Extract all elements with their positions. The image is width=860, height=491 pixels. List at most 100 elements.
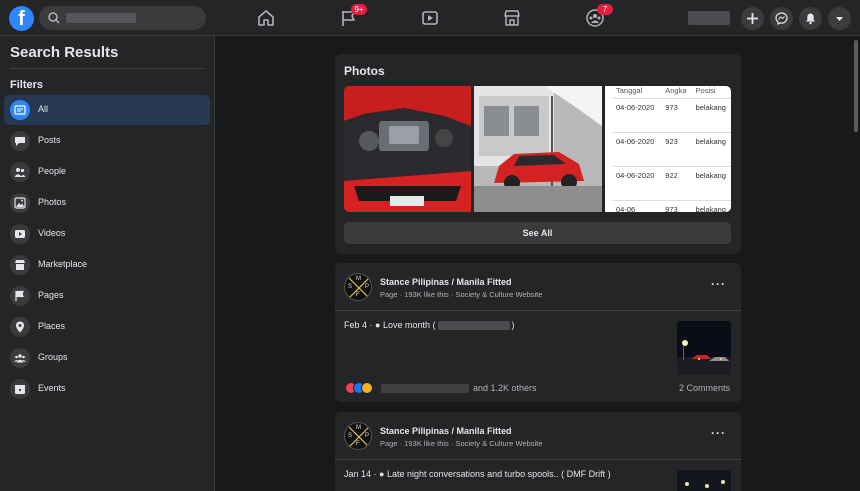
table-cell: 04-06-2020 (613, 132, 663, 167)
post-thumbnail-photo[interactable] (677, 321, 731, 375)
engine-bay-photo[interactable] (344, 86, 471, 212)
avatar-letter: P (365, 284, 370, 290)
flag-icon[interactable]: 9+ (339, 4, 367, 28)
groups-icon[interactable]: 7 (585, 4, 613, 28)
avatar[interactable]: M S P F (344, 273, 372, 301)
photos-results-card: Photos Tanggal Angka Posisi 04-06-2020 9… (335, 54, 741, 254)
account-menu-button[interactable] (828, 7, 851, 30)
sidebar-item-posts[interactable]: Posts (4, 126, 210, 156)
see-all-photos-button[interactable]: See All (344, 222, 731, 244)
table-cell: 973 (662, 200, 693, 212)
post-card: M S P F Stance Pilipinas / Manila Fitted… (335, 263, 741, 402)
post-thumbnail-photo[interactable] (677, 470, 731, 491)
post-text: Jan 14 · ● Late night conversations and … (344, 469, 611, 479)
photo-data-table: Tanggal Angka Posisi 04-06-2020 973 bela… (613, 86, 731, 212)
messenger-button[interactable] (770, 7, 793, 30)
globe-icon: ● (375, 320, 381, 330)
pages-icon (10, 286, 30, 306)
table-row: 04-06-2020 973 belakang (613, 98, 731, 133)
table-cell: belakang (692, 132, 731, 167)
post-body-end: ) (511, 320, 515, 330)
sidebar-item-groups[interactable]: Groups (4, 343, 210, 373)
page-scrollbar[interactable] (852, 36, 860, 491)
table-cell: 973 (662, 98, 693, 133)
scrollbar-thumb[interactable] (854, 40, 858, 132)
post-date[interactable]: Feb 4 · (344, 320, 373, 330)
page-name-link[interactable]: Stance Pilipinas / Manila Fitted (380, 277, 512, 287)
all-icon (10, 100, 30, 120)
filters-heading: Filters (10, 79, 44, 91)
notifications-button[interactable] (799, 7, 822, 30)
avatar-letter: M (356, 425, 361, 431)
groups-notification-badge: 7 (597, 4, 613, 15)
marketplace-icon (10, 255, 30, 275)
posts-icon (10, 131, 30, 151)
sidebar-item-label: Marketplace (38, 259, 88, 269)
avatar-letter: M (356, 276, 361, 282)
sidebar-item-people[interactable]: People (4, 157, 210, 187)
more-options-icon[interactable]: ··· (711, 427, 726, 439)
create-button[interactable] (741, 7, 764, 30)
sidebar-item-label: Events (38, 383, 66, 393)
post-body: Late night conversations and turbo spool… (387, 469, 611, 479)
facebook-logo-icon[interactable]: f (9, 6, 34, 31)
search-sidebar: Search Results Filters All Posts People … (0, 36, 215, 491)
table-cell: 922 (662, 166, 693, 201)
plus-icon (747, 13, 758, 24)
watch-icon[interactable] (420, 8, 440, 28)
sidebar-item-label: Posts (38, 135, 61, 145)
sidebar-item-label: All (38, 104, 49, 114)
people-icon (10, 162, 30, 182)
table-cell: belakang (692, 200, 731, 212)
data-table-photo[interactable]: Tanggal Angka Posisi 04-06-2020 973 bela… (605, 86, 731, 212)
sidebar-item-places[interactable]: Places (4, 312, 210, 342)
sidebar-item-photos[interactable]: Photos (4, 188, 210, 218)
table-header: Angka (662, 86, 693, 99)
avatar-letter: F (356, 292, 360, 298)
home-icon[interactable] (256, 8, 276, 28)
globe-icon: ● (379, 469, 385, 479)
sidebar-item-label: Pages (38, 290, 64, 300)
table-cell: 04-06-2020 (613, 98, 663, 133)
divider (335, 310, 741, 311)
sidebar-item-all[interactable]: All (4, 95, 210, 125)
sidebar-item-label: Photos (38, 197, 67, 207)
sidebar-item-label: Groups (38, 352, 68, 362)
avatar-letter: F (356, 441, 360, 447)
reactions[interactable] (345, 382, 377, 394)
bell-icon (806, 13, 815, 25)
search-query-redacted (66, 13, 136, 23)
search-input[interactable] (39, 6, 206, 30)
post-card: M S P F Stance Pilipinas / Manila Fitted… (335, 412, 741, 491)
sidebar-item-events[interactable]: Events (4, 374, 210, 404)
photos-card-title: Photos (344, 64, 385, 78)
sidebar-item-marketplace[interactable]: Marketplace (4, 250, 210, 280)
page-name-link[interactable]: Stance Pilipinas / Manila Fitted (380, 426, 512, 436)
sidebar-title: Search Results (10, 44, 119, 61)
table-cell: 923 (662, 132, 693, 167)
sidebar-item-label: Videos (38, 228, 66, 238)
more-options-icon[interactable]: ··· (711, 278, 726, 290)
profile-name-redacted[interactable] (688, 11, 730, 25)
events-icon (10, 379, 30, 399)
videos-icon (10, 224, 30, 244)
table-row: 04-06-2020 923 belakang (613, 132, 731, 167)
table-cell: belakang (692, 98, 731, 133)
care-reaction-icon (361, 382, 373, 394)
page-meta: Page · 193K like this · Society & Cultur… (380, 439, 543, 448)
reactions-count[interactable]: and 1.2K others (473, 383, 537, 393)
post-body: Love month ( (382, 320, 436, 330)
comments-count[interactable]: 2 Comments (679, 383, 730, 393)
red-car-photo[interactable] (474, 86, 602, 212)
sidebar-item-videos[interactable]: Videos (4, 219, 210, 249)
sidebar-item-pages[interactable]: Pages (4, 281, 210, 311)
messenger-icon (775, 12, 788, 25)
avatar-letter: S (348, 284, 353, 290)
marketplace-icon[interactable] (502, 8, 522, 28)
avatar[interactable]: M S P F (344, 422, 372, 450)
photos-icon (10, 193, 30, 213)
table-row: 04-06 973 belakang (613, 200, 731, 212)
post-date[interactable]: Jan 14 · (344, 469, 377, 479)
search-icon (48, 12, 60, 24)
groups-icon (10, 348, 30, 368)
